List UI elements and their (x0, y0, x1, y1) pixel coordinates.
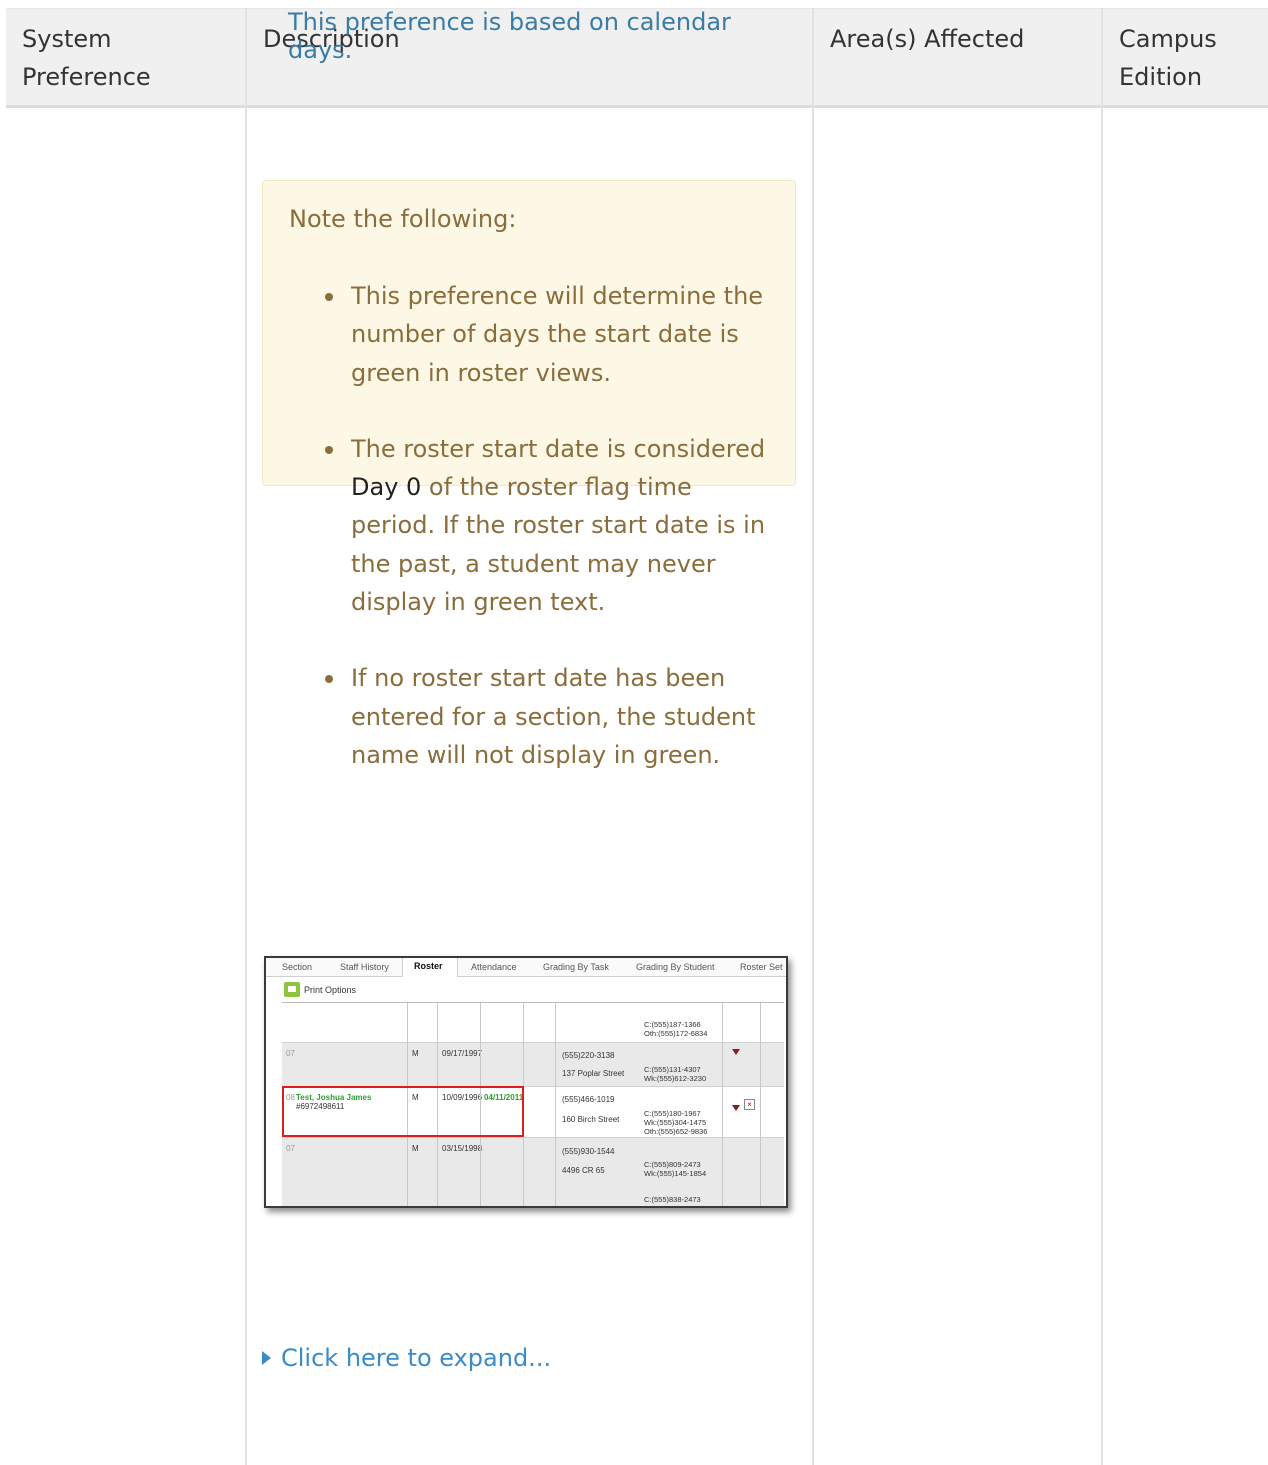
contact-line: C:(555)180-1967 (644, 1109, 701, 1118)
tab-roster[interactable]: Roster (414, 961, 443, 971)
flag-icon[interactable] (732, 1105, 740, 1111)
tab-section[interactable]: Section (282, 962, 312, 972)
address-cell: 137 Poplar Street (562, 1069, 625, 1078)
column-divider (1101, 8, 1103, 1465)
address-cell: 4496 CR 65 (562, 1166, 605, 1175)
tab-attendance[interactable]: Attendance (471, 962, 517, 972)
flag-icon[interactable] (732, 1049, 740, 1055)
note-title: Note the following: (289, 205, 517, 233)
phone-cell: (555)930-1544 (562, 1147, 615, 1156)
contact-line: Wk:(555)612-3230 (644, 1074, 707, 1083)
gender-cell: M (412, 1144, 419, 1153)
tab-grading-by-student[interactable]: Grading By Student (636, 962, 715, 972)
birthdate-cell: 09/17/1997 (442, 1049, 483, 1058)
note-list: This preference will determine the numbe… (289, 277, 771, 812)
row-number: 07 (286, 1049, 295, 1058)
roster-tab-bar: Section Staff History Roster Attendance … (266, 958, 786, 977)
contact-line: Wk:(555)145-1854 (644, 1169, 707, 1178)
note-item: The roster start date is considered Day … (325, 430, 771, 621)
note-item: This preference will determine the numbe… (325, 277, 771, 392)
phone-cell: (555)220-3138 (562, 1051, 615, 1060)
grid-divider (722, 1003, 723, 1206)
print-icon[interactable] (284, 982, 300, 997)
grid-divider (760, 1003, 761, 1206)
address-cell: 160 Birch Street (562, 1115, 620, 1124)
header-campus-edition: Campus Edition (1119, 25, 1217, 91)
table-row: C:(555)187-1366 Oth:(555)172-6834 (282, 1003, 784, 1043)
birthdate-cell: 03/15/1998 (442, 1144, 483, 1153)
column-divider (812, 8, 814, 1465)
contact-line: C:(555)809-2473 (644, 1160, 701, 1169)
note-item: If no roster start date has been entered… (325, 659, 771, 774)
row-number: 07 (286, 1144, 295, 1153)
roster-screenshot: Section Staff History Roster Attendance … (264, 956, 788, 1208)
column-divider (245, 8, 247, 1465)
grid-divider (555, 1003, 556, 1206)
contact-line: Oth:(555)172-6834 (644, 1029, 708, 1038)
note-panel: Note the following: This preference will… (262, 180, 796, 769)
contact-line: C:(555)187-1366 (644, 1020, 701, 1029)
contact-line: Wk:(555)304-1475 (644, 1118, 707, 1127)
table-row: 07 M 03/15/1998 (555)930-1544 4496 CR 65… (282, 1138, 784, 1206)
print-options-link[interactable]: Print Options (304, 985, 356, 995)
contact-line: C:(555)131-4307 (644, 1065, 701, 1074)
table-row: 07 M 09/17/1997 (555)220-3138 137 Poplar… (282, 1043, 784, 1087)
tab-grading-by-task[interactable]: Grading By Task (543, 962, 609, 972)
header-system-preference: System Preference (22, 25, 151, 91)
gender-cell: M (412, 1049, 419, 1058)
contact-line: Oth:(555)652-9836 (644, 1127, 708, 1136)
header-areas-affected: Area(s) Affected (830, 25, 1025, 53)
contact-line: C:(555)838-2473 (644, 1195, 701, 1204)
day-zero-term: Day 0 (351, 473, 422, 502)
description-overlay-text: This preference is based on calendar day… (288, 8, 731, 64)
phone-cell: (555)466-1019 (562, 1095, 615, 1104)
tab-staff-history[interactable]: Staff History (340, 962, 389, 972)
tab-roster-settings[interactable]: Roster Set (740, 962, 783, 972)
expand-link[interactable]: Click here to expand... (262, 1344, 551, 1372)
close-icon[interactable]: × (744, 1099, 755, 1110)
highlight-box (282, 1086, 524, 1137)
triangle-right-icon (262, 1351, 271, 1365)
